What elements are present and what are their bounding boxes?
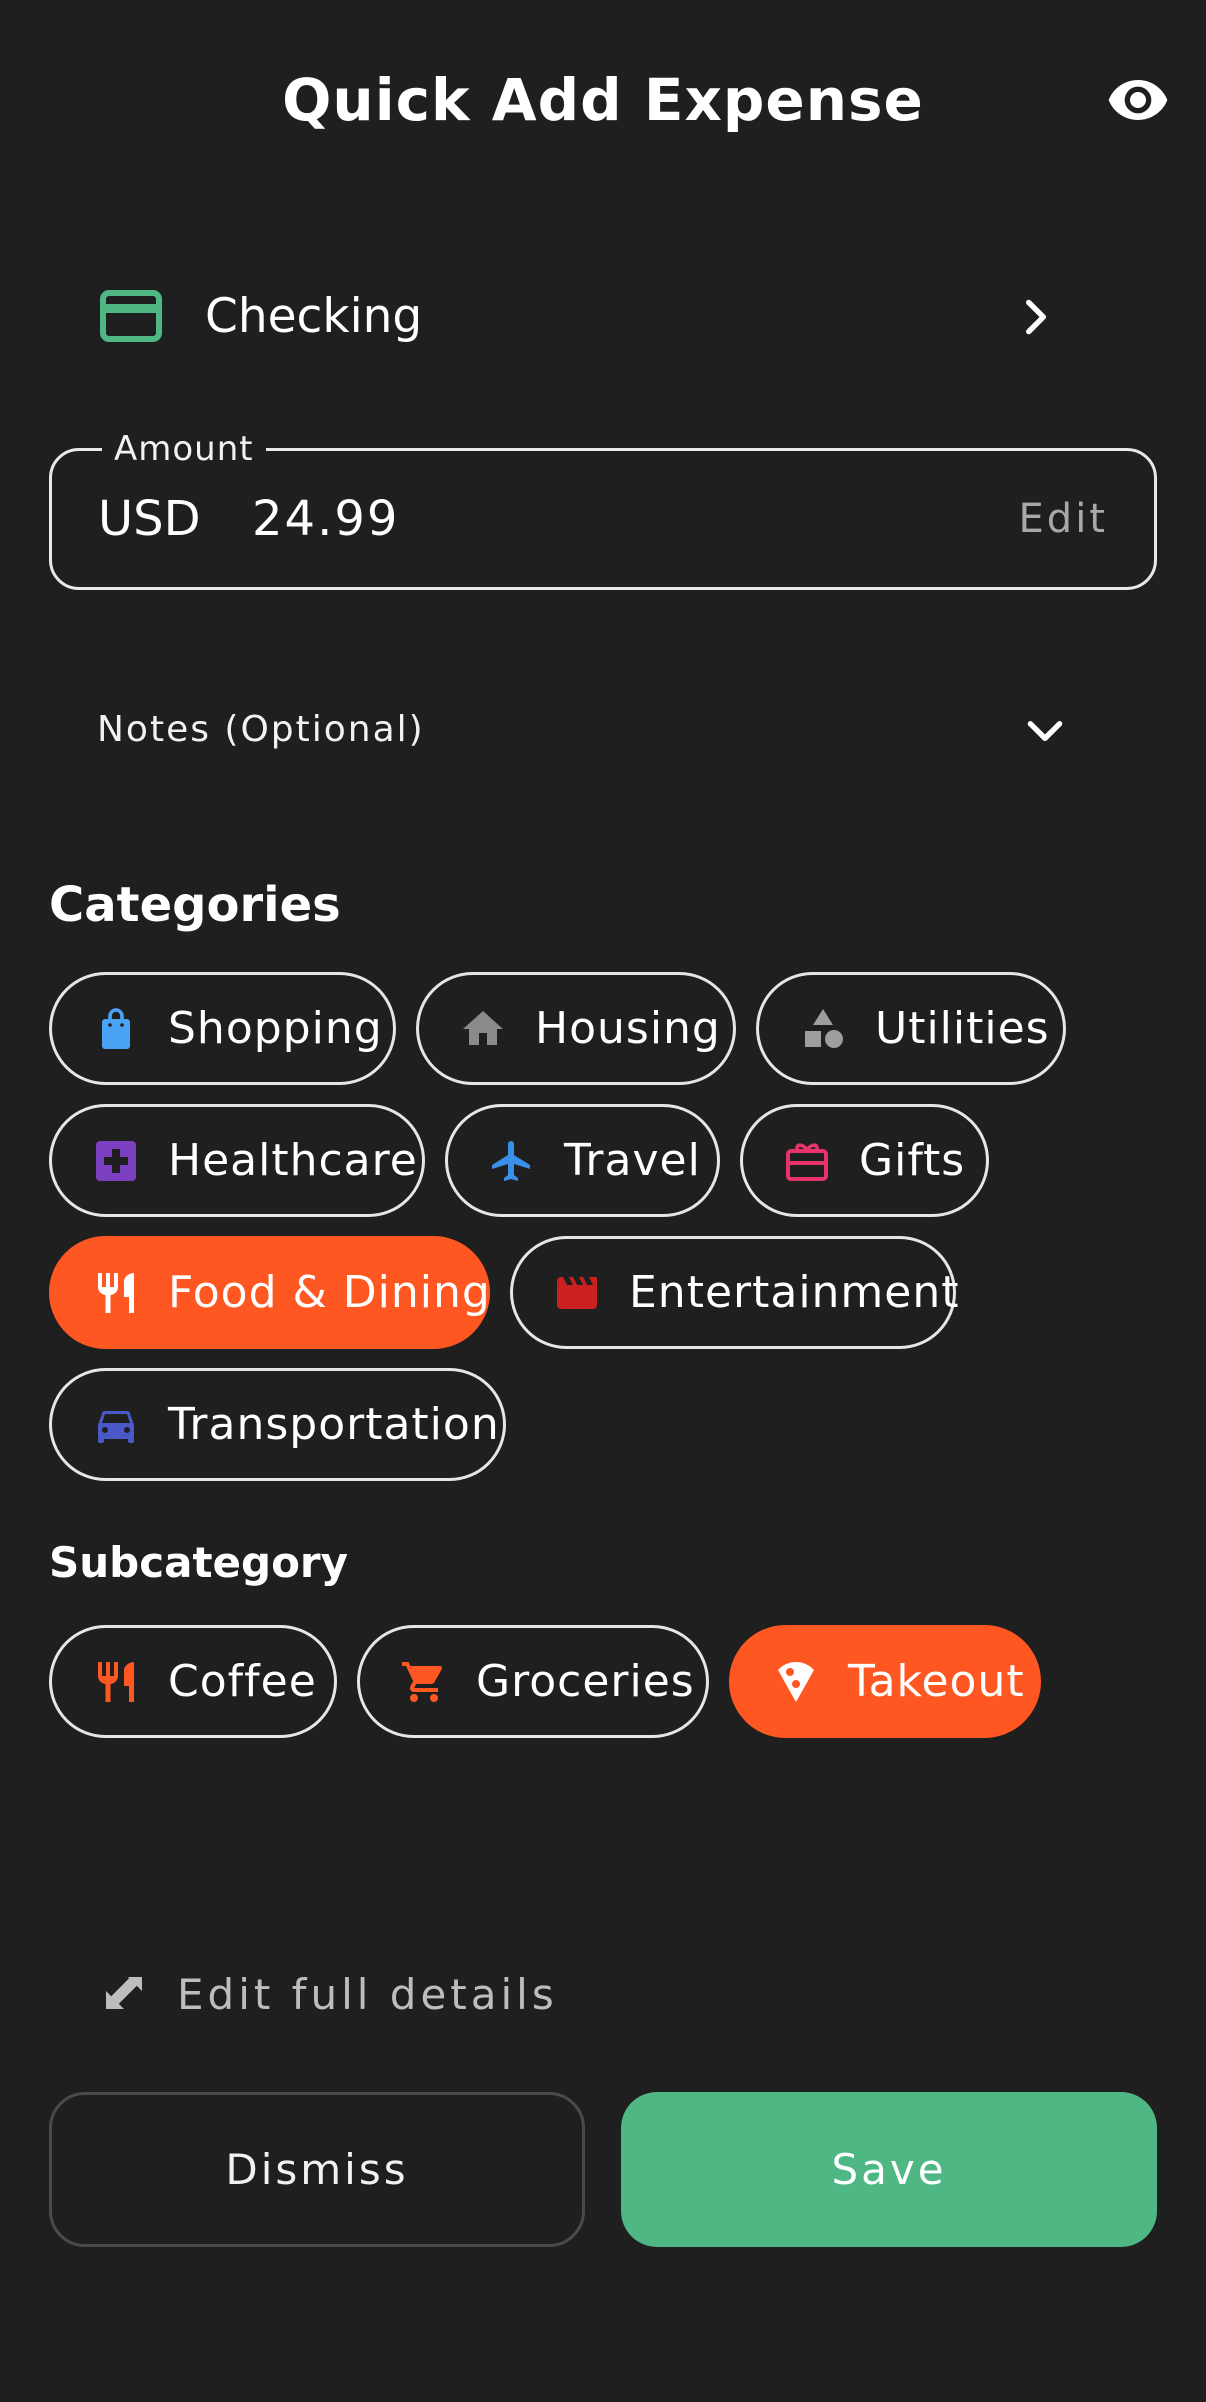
pizza-icon xyxy=(772,1658,820,1706)
subcategory-title: Subcategory xyxy=(49,1538,349,1587)
gift-card-icon xyxy=(783,1137,831,1185)
fork-knife-icon xyxy=(92,1658,140,1706)
medical-cross-icon xyxy=(92,1137,140,1185)
subcategory-chip-takeout[interactable]: Takeout xyxy=(729,1625,1041,1738)
category-chip-transportation[interactable]: Transportation xyxy=(49,1368,506,1481)
clapperboard-icon xyxy=(553,1269,601,1317)
chip-label: Healthcare xyxy=(168,1135,418,1186)
chip-label: Food & Dining xyxy=(168,1267,491,1318)
credit-card-icon xyxy=(100,290,162,342)
category-chip-travel[interactable]: Travel xyxy=(445,1104,720,1217)
chip-label: Takeout xyxy=(848,1656,1025,1707)
chip-label: Travel xyxy=(564,1135,701,1186)
chip-label: Utilities xyxy=(875,1003,1050,1054)
edit-full-details-link[interactable]: Edit full details xyxy=(90,1955,690,2035)
amount-input[interactable]: 24.99 xyxy=(252,451,399,587)
amount-field[interactable]: Amount USD 24.99 Edit xyxy=(49,427,1157,590)
dismiss-button[interactable]: Dismiss xyxy=(49,2092,585,2247)
page-title: Quick Add Expense xyxy=(282,66,924,134)
chip-label: Housing xyxy=(535,1003,721,1054)
notes-expander[interactable]: Notes (Optional) xyxy=(50,680,1110,780)
edit-full-details-label: Edit full details xyxy=(177,1970,558,2019)
account-selector[interactable]: Checking xyxy=(50,270,1110,364)
airplane-icon xyxy=(488,1137,536,1185)
notes-label: Notes (Optional) xyxy=(97,709,425,750)
quick-add-expense-screen: Quick Add Expense Checking Amount USD 24… xyxy=(0,0,1206,2402)
categories-title: Categories xyxy=(49,877,341,933)
category-chip-utilities[interactable]: Utilities xyxy=(756,972,1066,1085)
shopping-cart-icon xyxy=(400,1658,448,1706)
subcategory-chip-groceries[interactable]: Groceries xyxy=(357,1625,709,1738)
fork-knife-icon xyxy=(92,1269,140,1317)
header: Quick Add Expense xyxy=(0,60,1206,140)
shopping-bag-icon xyxy=(92,1005,140,1053)
chip-label: Shopping xyxy=(168,1003,383,1054)
amount-edit-button[interactable]: Edit xyxy=(1019,451,1108,587)
subcategory-chip-coffee[interactable]: Coffee xyxy=(49,1625,337,1738)
chip-label: Groceries xyxy=(476,1656,695,1707)
save-button[interactable]: Save xyxy=(621,2092,1157,2247)
chevron-down-icon xyxy=(1020,705,1070,755)
shapes-icon xyxy=(799,1005,847,1053)
chip-label: Coffee xyxy=(168,1656,317,1707)
expand-arrows-icon xyxy=(100,1971,148,2019)
chevron-right-icon xyxy=(1010,292,1060,342)
currency-label[interactable]: USD xyxy=(98,451,201,587)
account-label: Checking xyxy=(205,289,423,344)
home-icon xyxy=(459,1005,507,1053)
category-chip-healthcare[interactable]: Healthcare xyxy=(49,1104,425,1217)
chip-label: Transportation xyxy=(168,1399,500,1450)
category-chip-shopping[interactable]: Shopping xyxy=(49,972,396,1085)
eye-icon[interactable] xyxy=(1106,68,1170,132)
category-chip-gifts[interactable]: Gifts xyxy=(740,1104,989,1217)
category-chip-food-dining[interactable]: Food & Dining xyxy=(49,1236,490,1349)
category-chip-entertainment[interactable]: Entertainment xyxy=(510,1236,959,1349)
car-icon xyxy=(92,1401,140,1449)
category-chip-housing[interactable]: Housing xyxy=(416,972,736,1085)
chip-label: Entertainment xyxy=(629,1267,960,1318)
chip-label: Gifts xyxy=(859,1135,966,1186)
